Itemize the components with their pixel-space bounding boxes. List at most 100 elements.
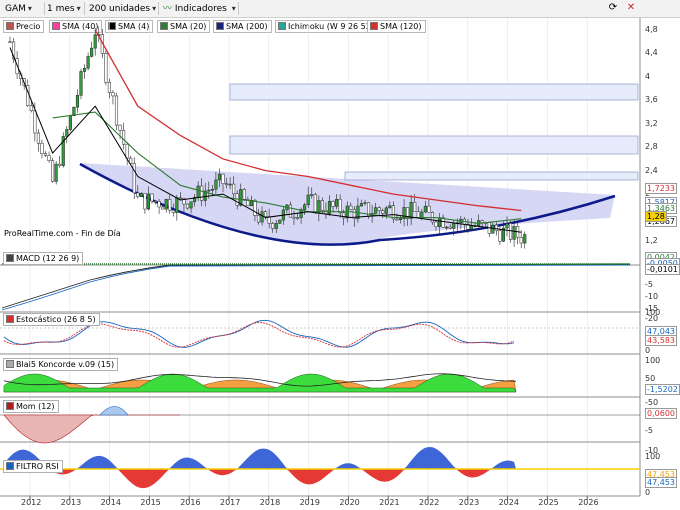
x-axis-label: 2024 <box>498 498 519 507</box>
rsi-label-text: FILTRO RSI <box>16 462 59 471</box>
candle-body <box>374 207 378 214</box>
candle-body <box>40 143 44 154</box>
candle-body <box>296 217 300 219</box>
price-axis-label: 1,2 <box>645 236 658 245</box>
candle-body <box>438 217 442 227</box>
rsi-axis-label: 0 <box>645 488 651 497</box>
chart-area <box>0 18 641 500</box>
resistance-zone-2[interactable] <box>344 171 639 181</box>
mom-value-tag: 0,0600 <box>645 408 677 419</box>
macd-line <box>1 263 631 309</box>
candle-body <box>381 210 385 214</box>
stoch-icon <box>6 315 14 323</box>
candle-body <box>416 211 420 219</box>
candle-body <box>292 216 296 219</box>
reload-icon[interactable]: ⟳ <box>606 1 620 15</box>
x-axis-label: 2022 <box>419 498 440 507</box>
candle-body <box>445 226 449 229</box>
candle-body <box>43 153 48 156</box>
x-axis-label: 2018 <box>259 498 281 507</box>
x-axis-label: 2014 <box>100 498 121 507</box>
candle-body <box>491 224 495 234</box>
candle-body <box>448 226 452 229</box>
candle-body <box>143 193 147 210</box>
x-axis-label: 2016 <box>180 498 201 507</box>
x-axis-label: 2013 <box>60 498 82 507</box>
indicators-button[interactable]: 〰 Indicadores <box>160 2 239 15</box>
resistance-zone-3-6[interactable] <box>229 83 639 101</box>
candle-body <box>402 207 406 219</box>
mom-area-negative <box>3 414 180 444</box>
candle-body <box>317 200 321 214</box>
candle-body <box>157 201 161 208</box>
rsi-axis-label: 100 <box>645 452 661 461</box>
candle-body <box>335 199 339 207</box>
macd-pane-label[interactable]: MACD (12 26 9) <box>3 252 84 265</box>
rsi-pane-label[interactable]: FILTRO RSI <box>3 460 63 473</box>
candle-body <box>306 194 310 206</box>
close-icon[interactable]: ✕ <box>624 1 638 15</box>
candle-body <box>338 199 342 214</box>
candle-body <box>523 234 527 244</box>
resistance-zone-2-8[interactable] <box>229 135 639 155</box>
x-axis-label: 2025 <box>538 498 559 507</box>
candle-body <box>125 143 129 159</box>
x-axis-label: 2019 <box>299 498 320 507</box>
rsi-icon <box>6 462 14 470</box>
candle-body <box>107 82 111 93</box>
candle-body <box>359 203 363 207</box>
units-select[interactable]: 200 unidades <box>86 2 159 15</box>
price-tag-price: 1,28 <box>645 211 667 222</box>
x-axis-label: 2012 <box>21 498 42 507</box>
candle-body <box>111 92 115 97</box>
indicators-label: Indicadores <box>174 4 227 14</box>
candle-body <box>154 200 158 203</box>
x-axis-label: 2017 <box>220 498 241 507</box>
mom-icon <box>6 402 14 410</box>
candle-body <box>271 223 275 229</box>
candle-body <box>225 183 229 185</box>
candle-body <box>168 199 172 211</box>
blai5-icon <box>6 360 14 368</box>
candle-body <box>278 219 282 224</box>
macd-icon <box>6 254 14 262</box>
candle-body <box>274 223 278 229</box>
indicators-icon: 〰 <box>163 4 173 14</box>
candle-body <box>8 41 12 43</box>
price-axis-label: 3,6 <box>645 95 658 105</box>
candle-body <box>36 132 40 144</box>
candle-body <box>377 207 381 211</box>
blai5-axis-label: 50 <box>645 374 656 383</box>
candle-body <box>114 95 119 126</box>
period-select[interactable]: 1 mes <box>44 2 85 15</box>
price-tag-red: 1,7233 <box>645 183 677 194</box>
candle-body <box>512 226 516 240</box>
candle-body <box>509 223 513 240</box>
macd-axis-label: -5 <box>645 280 653 289</box>
candle-body <box>452 222 456 229</box>
candle-body <box>498 230 502 242</box>
price-axis-label: 2,4 <box>645 165 658 175</box>
stoch-pane-label[interactable]: Estocástico (26 8 5) <box>3 313 100 326</box>
x-axis-label: 2026 <box>578 498 599 507</box>
watermark: ProRealTime.com - Fin de Día <box>4 229 121 238</box>
blai5-axis-label: 100 <box>645 356 661 365</box>
stoch-axis-label: 0 <box>645 346 651 355</box>
candle-body <box>320 200 324 211</box>
stoch-d-line <box>3 322 515 348</box>
candle-body <box>214 179 218 190</box>
symbol-select[interactable]: GAM <box>2 2 45 15</box>
candle-body <box>104 53 108 83</box>
candle-body <box>242 189 246 200</box>
toolbar: GAM 1 mes 200 unidades 〰 Indicadores ⟳ ✕ <box>0 0 680 18</box>
blai5-value-tag: -1,5202 <box>645 384 680 395</box>
candle-body <box>29 105 33 112</box>
blai5-pane-label[interactable]: Blai5 Koncorde v.09 (15) <box>3 358 119 371</box>
x-axis-label: 2015 <box>140 498 161 507</box>
candle-body <box>363 202 367 205</box>
price-axis-label: 3,2 <box>645 118 658 128</box>
candle-body <box>189 201 193 209</box>
mom-pane-label[interactable]: Mom (12) <box>3 400 59 413</box>
rsi-value-tag: 47,453 <box>645 477 677 488</box>
units-label: 200 unidades <box>89 4 151 14</box>
